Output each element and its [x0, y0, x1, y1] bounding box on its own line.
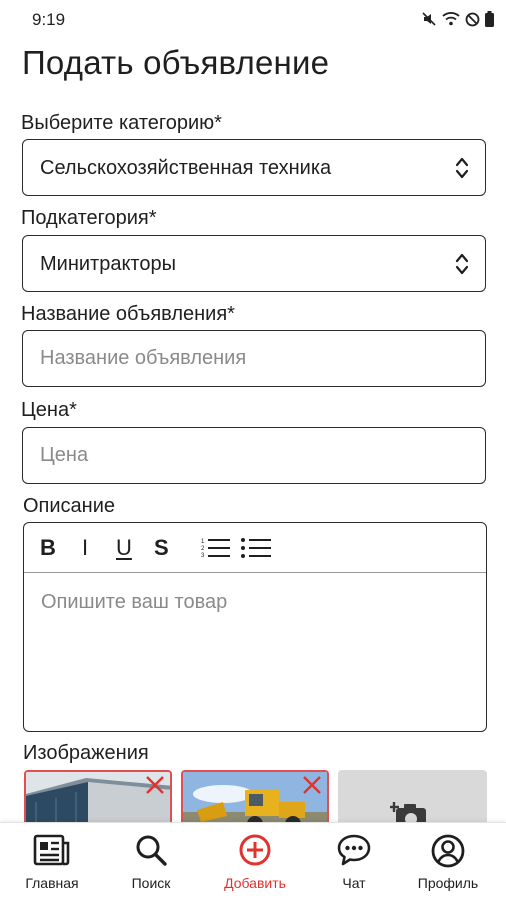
editor-toolbar: B I U S 1 2 3	[24, 523, 486, 573]
nav-item-chat[interactable]: Чат	[304, 823, 404, 900]
battery-icon	[485, 11, 494, 27]
svg-text:3: 3	[201, 553, 205, 559]
description-textarea[interactable]: Опишите ваш товар	[41, 591, 227, 614]
images-row	[24, 770, 494, 830]
bullet-list-icon[interactable]	[240, 537, 272, 564]
title-label: Название объявления*	[21, 303, 235, 325]
chevron-up-down-icon	[455, 252, 469, 281]
close-icon[interactable]	[144, 774, 166, 801]
title-input[interactable]	[23, 331, 485, 386]
category-value: Сельскохозяйственная техника	[40, 157, 332, 179]
bottom-nav: Главная Поиск Добавить Чат Профиль	[0, 822, 506, 900]
page-title: Подать объявление	[22, 44, 330, 81]
description-label: Описание	[23, 495, 116, 517]
chevron-up-down-icon	[455, 156, 469, 185]
underline-button[interactable]: U	[116, 536, 132, 560]
description-editor: B I U S 1 2 3 Опишите ваш товар	[23, 522, 487, 732]
dnd-icon	[465, 12, 480, 27]
wifi-icon	[442, 11, 460, 27]
ordered-list-icon[interactable]: 1 2 3	[201, 537, 231, 564]
nav-item-profile[interactable]: Профиль	[398, 823, 498, 900]
strikethrough-button[interactable]: S	[154, 536, 169, 560]
news-icon	[33, 834, 70, 866]
status-icons	[421, 11, 494, 27]
category-select[interactable]: Сельскохозяйственная техника	[22, 139, 486, 196]
close-icon[interactable]	[301, 774, 323, 801]
nav-label: Главная	[25, 875, 79, 891]
subcategory-value: Минитракторы	[40, 253, 176, 275]
nav-label: Добавить	[224, 875, 286, 891]
nav-label: Профиль	[417, 875, 479, 891]
profile-icon	[431, 834, 465, 868]
category-label: Выберите категорию*	[21, 112, 222, 134]
image-thumbnail[interactable]	[24, 770, 172, 830]
svg-text:1: 1	[201, 539, 205, 545]
subcategory-select[interactable]: Минитракторы	[22, 235, 486, 292]
status-bar: 9:19	[0, 0, 506, 40]
price-label: Цена*	[21, 399, 77, 421]
price-input[interactable]	[23, 428, 485, 483]
status-time: 9:19	[32, 10, 66, 29]
images-label: Изображения	[23, 742, 149, 764]
nav-item-add[interactable]: Добавить	[205, 823, 305, 900]
svg-text:2: 2	[201, 546, 205, 552]
bold-button[interactable]: B	[40, 536, 56, 560]
subcategory-label: Подкатегория*	[21, 207, 157, 229]
nav-item-home[interactable]: Главная	[2, 823, 102, 900]
nav-label: Поиск	[131, 875, 171, 891]
chat-icon	[337, 834, 371, 866]
search-icon	[136, 835, 167, 866]
italic-button[interactable]: I	[82, 536, 88, 560]
price-field	[22, 427, 486, 484]
add-photo-button[interactable]	[338, 770, 487, 830]
add-circle-icon	[239, 834, 271, 866]
title-field	[22, 330, 486, 387]
image-thumbnail[interactable]	[181, 770, 329, 830]
mute-icon	[421, 11, 437, 27]
nav-label: Чат	[342, 875, 366, 891]
nav-item-search[interactable]: Поиск	[101, 823, 201, 900]
